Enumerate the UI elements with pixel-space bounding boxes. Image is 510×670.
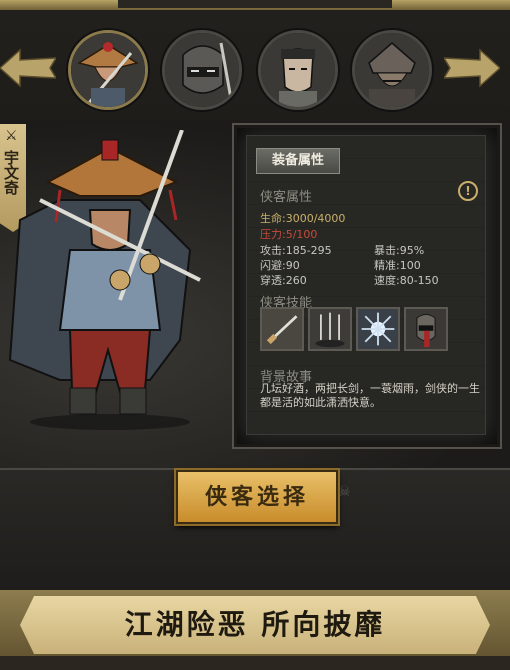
stat-accuracy: 精准:100 xyxy=(374,259,421,272)
sword-slash-skill-icon[interactable] xyxy=(260,307,304,351)
next-arrow-icon[interactable] xyxy=(444,48,500,88)
hero-select-button[interactable]: 侠客选择 xyxy=(176,470,338,524)
warning-icon[interactable]: ! xyxy=(458,181,478,201)
stat-pierce: 穿透:260 xyxy=(260,274,307,287)
skull-icon: ☠ xyxy=(338,484,351,500)
sword-rain-skill-icon[interactable] xyxy=(308,307,352,351)
top-trim xyxy=(0,0,510,10)
hero-illustration xyxy=(8,130,201,430)
portrait-headband-scholar[interactable] xyxy=(258,30,338,110)
shadow-strike-skill-icon[interactable] xyxy=(404,307,448,351)
stat-crit: 暴击:95% xyxy=(374,244,425,257)
tab-equipment-attributes[interactable]: 装备属性 xyxy=(256,148,340,174)
previous-arrow-icon[interactable] xyxy=(0,48,56,88)
portrait-masked-ninja[interactable] xyxy=(162,30,242,110)
bottom-edge xyxy=(0,656,510,670)
background-story: 几坛好酒，两把长剑，一蓑烟雨，剑侠的一生都是活的如此潇洒快意。 xyxy=(260,382,480,409)
stat-stress: 压力:5/100 xyxy=(260,228,318,241)
section-title-attributes: 侠客属性 xyxy=(260,190,313,205)
slogan-text: 江湖险恶 所向披靡 xyxy=(124,608,386,641)
stat-speed: 速度:80-150 xyxy=(374,274,439,287)
stat-dodge: 闪避:90 xyxy=(260,259,300,272)
stat-hp: 生命:3000/4000 xyxy=(260,212,346,225)
portrait-straw-hat-swordsman[interactable] xyxy=(68,30,148,110)
stat-attack: 攻击:185-295 xyxy=(260,244,332,257)
blade-burst-skill-icon[interactable] xyxy=(356,307,400,351)
portrait-armored-general[interactable] xyxy=(352,30,432,110)
